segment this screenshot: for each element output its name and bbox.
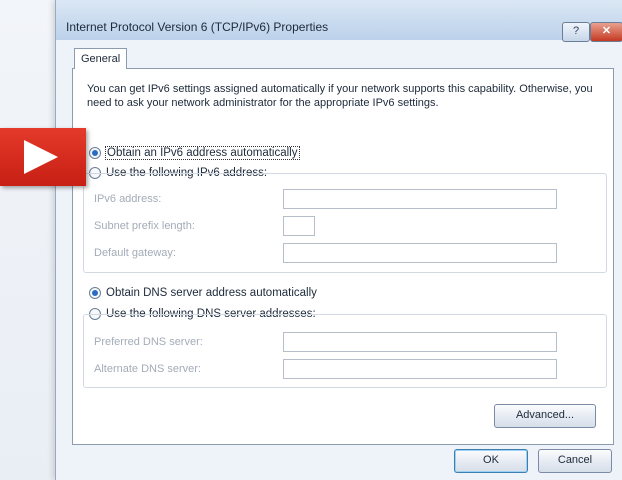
ok-button[interactable]: OK xyxy=(454,449,528,473)
ipv6-address-label: IPv6 address: xyxy=(94,193,162,205)
play-icon xyxy=(0,128,86,186)
radio-label: Obtain an IPv6 address automatically xyxy=(105,146,300,160)
radio-label: Obtain DNS server address automatically xyxy=(106,287,317,299)
ipv6-properties-dialog: Internet Protocol Version 6 (TCP/IPv6) P… xyxy=(55,0,622,480)
alternate-dns-label: Alternate DNS server: xyxy=(94,363,201,375)
radio-selected-icon[interactable] xyxy=(89,147,101,159)
advanced-button[interactable]: Advanced... xyxy=(494,404,596,428)
window-title: Internet Protocol Version 6 (TCP/IPv6) P… xyxy=(66,20,329,34)
dialog-body: General You can get IPv6 settings assign… xyxy=(64,48,617,480)
alternate-dns-input[interactable] xyxy=(283,359,557,379)
dns-server-group: Preferred DNS server: Alternate DNS serv… xyxy=(83,314,607,388)
close-button[interactable]: ✕ xyxy=(590,22,622,42)
ipv6-address-group: IPv6 address: Subnet prefix length: Defa… xyxy=(83,173,607,273)
title-bar: Internet Protocol Version 6 (TCP/IPv6) P… xyxy=(56,0,622,42)
tab-general[interactable]: General xyxy=(74,48,128,69)
radio-obtain-dns-auto[interactable]: Obtain DNS server address automatically xyxy=(89,285,317,301)
radio-obtain-ipv6-auto[interactable]: Obtain an IPv6 address automatically xyxy=(89,145,300,161)
default-gateway-label: Default gateway: xyxy=(94,247,176,259)
preferred-dns-label: Preferred DNS server: xyxy=(94,336,203,348)
help-button[interactable]: ? xyxy=(562,22,590,42)
subnet-prefix-length-input[interactable] xyxy=(283,216,315,236)
preferred-dns-input[interactable] xyxy=(283,332,557,352)
general-tab-panel: You can get IPv6 settings assigned autom… xyxy=(72,68,614,445)
cancel-button[interactable]: Cancel xyxy=(538,449,612,473)
default-gateway-input[interactable] xyxy=(283,243,557,263)
ipv6-address-input[interactable] xyxy=(283,189,557,209)
subnet-prefix-length-label: Subnet prefix length: xyxy=(94,220,195,232)
intro-text: You can get IPv6 settings assigned autom… xyxy=(87,83,593,109)
radio-selected-icon[interactable] xyxy=(89,287,101,299)
play-triangle-icon xyxy=(24,140,58,174)
